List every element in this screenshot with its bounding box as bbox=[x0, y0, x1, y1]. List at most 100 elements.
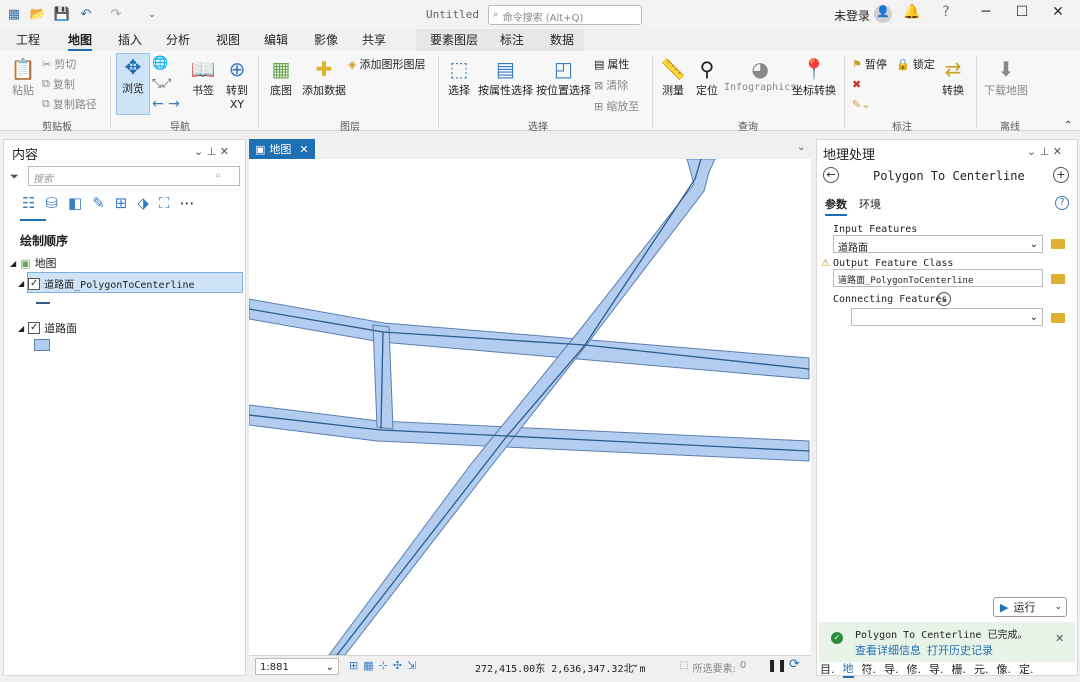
tab-edit[interactable]: 编辑 bbox=[264, 31, 288, 48]
browse-folder-icon[interactable] bbox=[1051, 313, 1065, 323]
tab-share[interactable]: 共享 bbox=[362, 31, 386, 48]
copy-button[interactable]: ⧉ 复制 bbox=[42, 76, 75, 92]
expand-connecting-icon[interactable]: ⌄ bbox=[937, 292, 951, 306]
add-tool-icon[interactable]: + bbox=[1053, 167, 1069, 183]
perspective-icon[interactable]: ⛶ bbox=[159, 194, 170, 212]
source-icon[interactable]: ⛁ bbox=[45, 194, 58, 212]
labeling-icon[interactable]: ⬗ bbox=[137, 194, 149, 212]
open-history-link[interactable]: 打开历史记录 bbox=[927, 642, 993, 658]
bottom-tab-imagery[interactable]: 像. bbox=[997, 661, 1012, 677]
avatar-icon[interactable]: 👤 bbox=[874, 5, 892, 23]
redo-icon[interactable]: ↷ bbox=[108, 6, 124, 22]
bottom-tab-catalog[interactable]: 目. bbox=[820, 661, 835, 677]
fixed-zoom-in-icon[interactable]: ⤡⤢ bbox=[152, 76, 171, 91]
download-map-button[interactable]: ⬇ 下载地图 bbox=[984, 56, 1028, 98]
bottom-tab-define[interactable]: 定. bbox=[1019, 661, 1034, 677]
back-icon[interactable]: ← bbox=[823, 167, 839, 183]
tab-project[interactable]: 工程 bbox=[16, 31, 40, 48]
browse-folder-icon[interactable] bbox=[1051, 274, 1065, 284]
tab-imagery[interactable]: 影像 bbox=[314, 31, 338, 48]
copy-path-button[interactable]: ⧉ 复制路径 bbox=[42, 96, 97, 112]
snapping-icon[interactable]: ⊞ bbox=[115, 194, 128, 212]
tab-map[interactable]: 地图 bbox=[68, 31, 93, 51]
bottom-tab-export2[interactable]: 导. bbox=[929, 661, 944, 677]
clear-button[interactable]: ⊠ 清除 bbox=[594, 77, 628, 93]
pause-drawing-button[interactable]: ❚❚ bbox=[767, 658, 787, 672]
select-by-location-button[interactable]: ◰ 按位置选择 bbox=[536, 56, 591, 98]
expand-icon[interactable]: ◢ bbox=[18, 324, 24, 333]
dismiss-message-icon[interactable]: ✕ bbox=[1055, 632, 1064, 645]
layer-visibility-checkbox[interactable]: ✓ bbox=[28, 277, 41, 290]
tab-view[interactable]: 视图 bbox=[216, 31, 240, 48]
save-icon[interactable]: 💾 bbox=[54, 6, 70, 22]
filter-icon[interactable]: ⏷ bbox=[10, 170, 19, 184]
tree-layer-road-polygon[interactable]: ◢ ✓ 道路面 bbox=[18, 320, 77, 336]
back-forward-icon[interactable]: ← → bbox=[152, 96, 180, 112]
attributes-button[interactable]: ▤ 属性 bbox=[594, 56, 629, 72]
bottom-tab-raster[interactable]: 栅. bbox=[952, 661, 967, 677]
output-feature-class-input[interactable]: 道路面_PolygonToCenterline bbox=[833, 269, 1043, 287]
scale-dropdown[interactable]: 1:881 ⌄ bbox=[255, 658, 339, 675]
add-data-button[interactable]: ✚ 添加数据 bbox=[302, 56, 346, 98]
map-canvas[interactable] bbox=[249, 159, 811, 655]
help-icon[interactable]: ? bbox=[1055, 196, 1069, 210]
run-button[interactable]: ▶ 运行 ⌄ bbox=[993, 597, 1067, 617]
unplaced-labels-icon[interactable]: ✖ bbox=[852, 78, 861, 91]
tab-list-icon[interactable]: ⌄ bbox=[797, 142, 805, 153]
connecting-features-dropdown[interactable]: ⌄ bbox=[851, 308, 1043, 326]
tab-labeling[interactable]: 标注 bbox=[500, 31, 524, 48]
tab-analysis[interactable]: 分析 bbox=[166, 31, 190, 48]
layer-visibility-checkbox[interactable]: ✓ bbox=[28, 322, 41, 334]
close-tab-icon[interactable]: ✕ bbox=[299, 143, 308, 156]
bottom-tab-export1[interactable]: 导. bbox=[884, 661, 899, 677]
expand-icon[interactable]: ◢ bbox=[10, 259, 16, 268]
add-graphics-layer-button[interactable]: ◈ 添加图形图层 bbox=[348, 56, 425, 72]
convert-button[interactable]: ⇄ 转换 bbox=[940, 56, 966, 98]
more-icon[interactable]: ⋯ bbox=[179, 194, 194, 212]
map-status-tools[interactable]: ⊞▦⊹✣⇲ bbox=[349, 659, 421, 672]
pane-menu-icon[interactable]: ⌄ ⊥ ✕ bbox=[194, 145, 229, 158]
bottom-tab-geoprocessing[interactable]: 地 bbox=[842, 660, 854, 678]
undo-icon[interactable]: ↶ bbox=[78, 6, 94, 22]
expand-icon[interactable]: ◢ bbox=[18, 279, 24, 288]
tree-layer-centerline[interactable]: ◢ ✓ 道路面_PolygonToCenterline bbox=[18, 276, 195, 291]
tab-feature-layer[interactable]: 要素图层 bbox=[430, 31, 478, 48]
tab-data[interactable]: 数据 bbox=[550, 31, 574, 48]
locate-button[interactable]: ⚲ 定位 bbox=[694, 56, 720, 98]
bottom-tab-modify[interactable]: 修. bbox=[907, 661, 922, 677]
command-search-input[interactable]: ⌕ 命令搜索 (Alt+Q) bbox=[488, 5, 642, 25]
collapse-ribbon-icon[interactable]: ⌃ bbox=[1064, 120, 1072, 131]
select-button[interactable]: ⬚ 选择 bbox=[446, 56, 472, 98]
pause-labels-button[interactable]: ⚑ 暂停 bbox=[852, 56, 887, 72]
maximize-button[interactable]: ☐ bbox=[1010, 4, 1034, 24]
bottom-tab-symbology[interactable]: 符. bbox=[862, 661, 877, 677]
selection-icon[interactable]: ◧ bbox=[68, 194, 82, 212]
browse-folder-icon[interactable] bbox=[1051, 239, 1065, 249]
view-details-link[interactable]: 查看详细信息 bbox=[855, 642, 921, 658]
bottom-tab-element[interactable]: 元. bbox=[974, 661, 989, 677]
goto-xy-button[interactable]: ⊕ 转到 XY bbox=[224, 56, 250, 111]
cut-button[interactable]: ✂ 剪切 bbox=[42, 56, 76, 72]
coordinate-format-dropdown[interactable]: ⌄ bbox=[631, 659, 639, 670]
contents-search-input[interactable]: 搜索 ⌕ bbox=[28, 166, 240, 186]
minimize-button[interactable]: ─ bbox=[974, 4, 998, 24]
close-button[interactable]: ✕ bbox=[1046, 4, 1070, 24]
tab-insert[interactable]: 插入 bbox=[118, 31, 142, 48]
help-icon[interactable]: ? bbox=[934, 4, 958, 24]
infographics-button[interactable]: ◕ Infographics bbox=[724, 56, 796, 93]
zoom-to-button[interactable]: ⊞ 缩放至 bbox=[594, 98, 639, 114]
tree-map[interactable]: ◢ ▣ 地图 bbox=[10, 255, 57, 271]
customize-qat-icon[interactable]: ⌄ bbox=[144, 6, 160, 22]
measure-button[interactable]: 📏 测量 bbox=[660, 56, 686, 98]
pane-menu-icon[interactable]: ⌄ ⊥ ✕ bbox=[1027, 145, 1062, 158]
label-options-icon[interactable]: ✎⌄ bbox=[852, 98, 870, 111]
notification-bell-icon[interactable]: 🔔 bbox=[900, 4, 924, 24]
login-status[interactable]: 未登录 bbox=[834, 7, 870, 24]
map-view-tab[interactable]: ▣ 地图 ✕ bbox=[249, 139, 315, 159]
basemap-button[interactable]: ▦ 底图 bbox=[268, 56, 294, 98]
full-extent-icon[interactable]: 🌐 bbox=[152, 56, 168, 71]
bookmarks-button[interactable]: 📖 书签 bbox=[190, 56, 216, 98]
tab-parameters[interactable]: 参数 bbox=[825, 196, 847, 216]
select-by-attribute-button[interactable]: ▤ 按属性选择 bbox=[478, 56, 533, 98]
lock-labels-button[interactable]: 🔒 锁定 bbox=[896, 56, 935, 72]
